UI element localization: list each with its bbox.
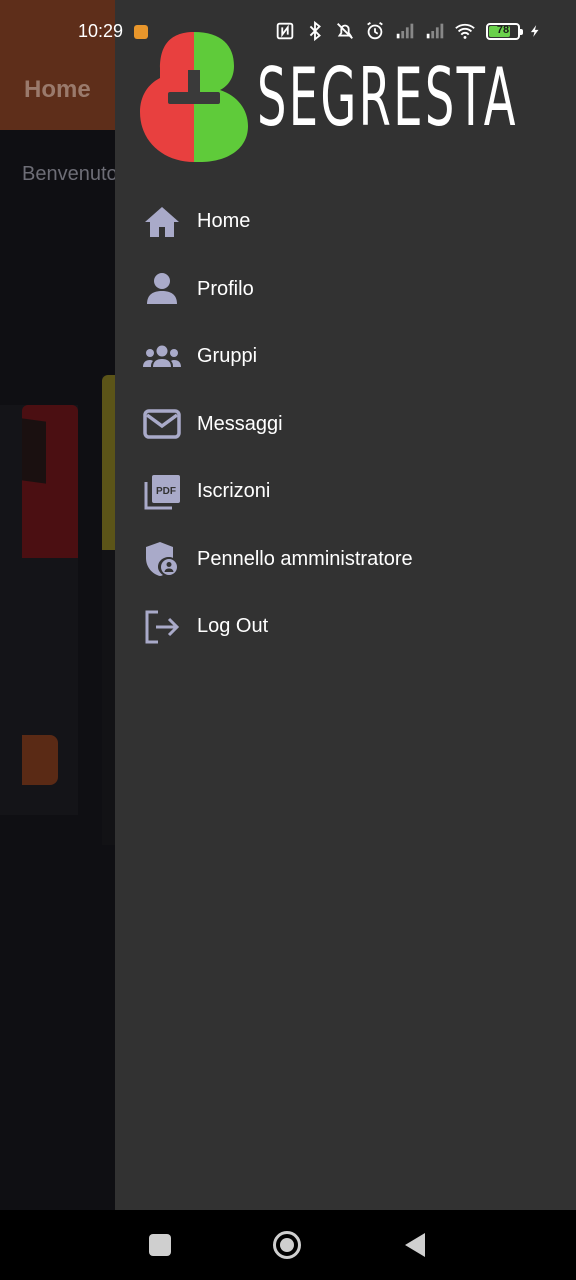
group-icon	[141, 336, 183, 378]
signal-icon-2	[426, 23, 444, 39]
background-card-image-detail	[22, 418, 46, 484]
background-welcome-text: Benvenuto iscriverti, tuo profilo	[22, 163, 122, 185]
recents-icon	[149, 1234, 171, 1256]
pdf-icon: PDF	[141, 471, 183, 513]
alarm-icon	[367, 21, 383, 40]
nfc-icon	[276, 22, 294, 40]
admin-shield-icon	[141, 538, 183, 580]
screen: Home Benvenuto iscriverti, tuo profilo 1…	[0, 0, 576, 1280]
mute-icon	[337, 23, 353, 39]
navigation-drawer: SEGRESTA Home Profilo Gruppi Messaggi PD…	[115, 0, 576, 1210]
background-app-title: Home	[24, 76, 91, 103]
menu-item-log-out[interactable]: Log Out	[115, 593, 576, 661]
charging-icon	[530, 25, 539, 37]
menu-item-iscrizioni[interactable]: PDF Iscrizoni	[115, 458, 576, 526]
notification-icon	[134, 25, 148, 39]
signal-icon	[396, 23, 414, 39]
menu-item-label: Messaggi	[197, 412, 283, 435]
brand-name: SEGRESTA	[257, 51, 518, 144]
back-icon	[405, 1233, 425, 1257]
menu-item-label: Gruppi	[197, 345, 258, 368]
battery-level: 78	[496, 23, 510, 36]
home-icon	[141, 201, 183, 243]
logout-icon	[141, 606, 183, 648]
envelope-icon	[141, 403, 183, 445]
menu-item-label: Pennello amministratore	[197, 547, 413, 570]
background-card-button	[22, 735, 58, 785]
battery-icon: 78	[486, 22, 523, 40]
status-time: 10:29	[78, 21, 124, 41]
home-button[interactable]	[272, 1230, 302, 1260]
person-icon	[141, 268, 183, 310]
battery-tip	[520, 28, 523, 35]
menu-item-label: Log Out	[197, 615, 269, 638]
menu-item-label: Iscrizoni	[197, 480, 271, 503]
system-nav-bar	[0, 1210, 576, 1280]
segresta-logo-icon	[140, 32, 248, 162]
menu-item-home[interactable]: Home	[115, 188, 576, 256]
home-circle-icon	[273, 1231, 301, 1259]
bluetooth-icon	[309, 20, 321, 42]
menu-item-label: Home	[197, 210, 251, 233]
menu-item-gruppi[interactable]: Gruppi	[115, 323, 576, 391]
menu-item-profilo[interactable]: Profilo	[115, 256, 576, 324]
menu-item-label: Profilo	[197, 277, 254, 300]
drawer-menu: Home Profilo Gruppi Messaggi PDF Iscrizo…	[115, 188, 576, 661]
menu-item-messaggi[interactable]: Messaggi	[115, 391, 576, 459]
recents-button[interactable]	[145, 1230, 175, 1260]
status-bar: 10:29 78	[0, 0, 576, 48]
background-card-image	[102, 375, 116, 550]
menu-item-pennello-amministratore[interactable]: Pennello amministratore	[115, 526, 576, 594]
wifi-icon	[455, 23, 475, 39]
back-button[interactable]	[400, 1230, 430, 1260]
logo-cross-stem	[188, 70, 200, 94]
status-icons: 78	[274, 20, 542, 42]
svg-text:PDF: PDF	[156, 486, 176, 497]
